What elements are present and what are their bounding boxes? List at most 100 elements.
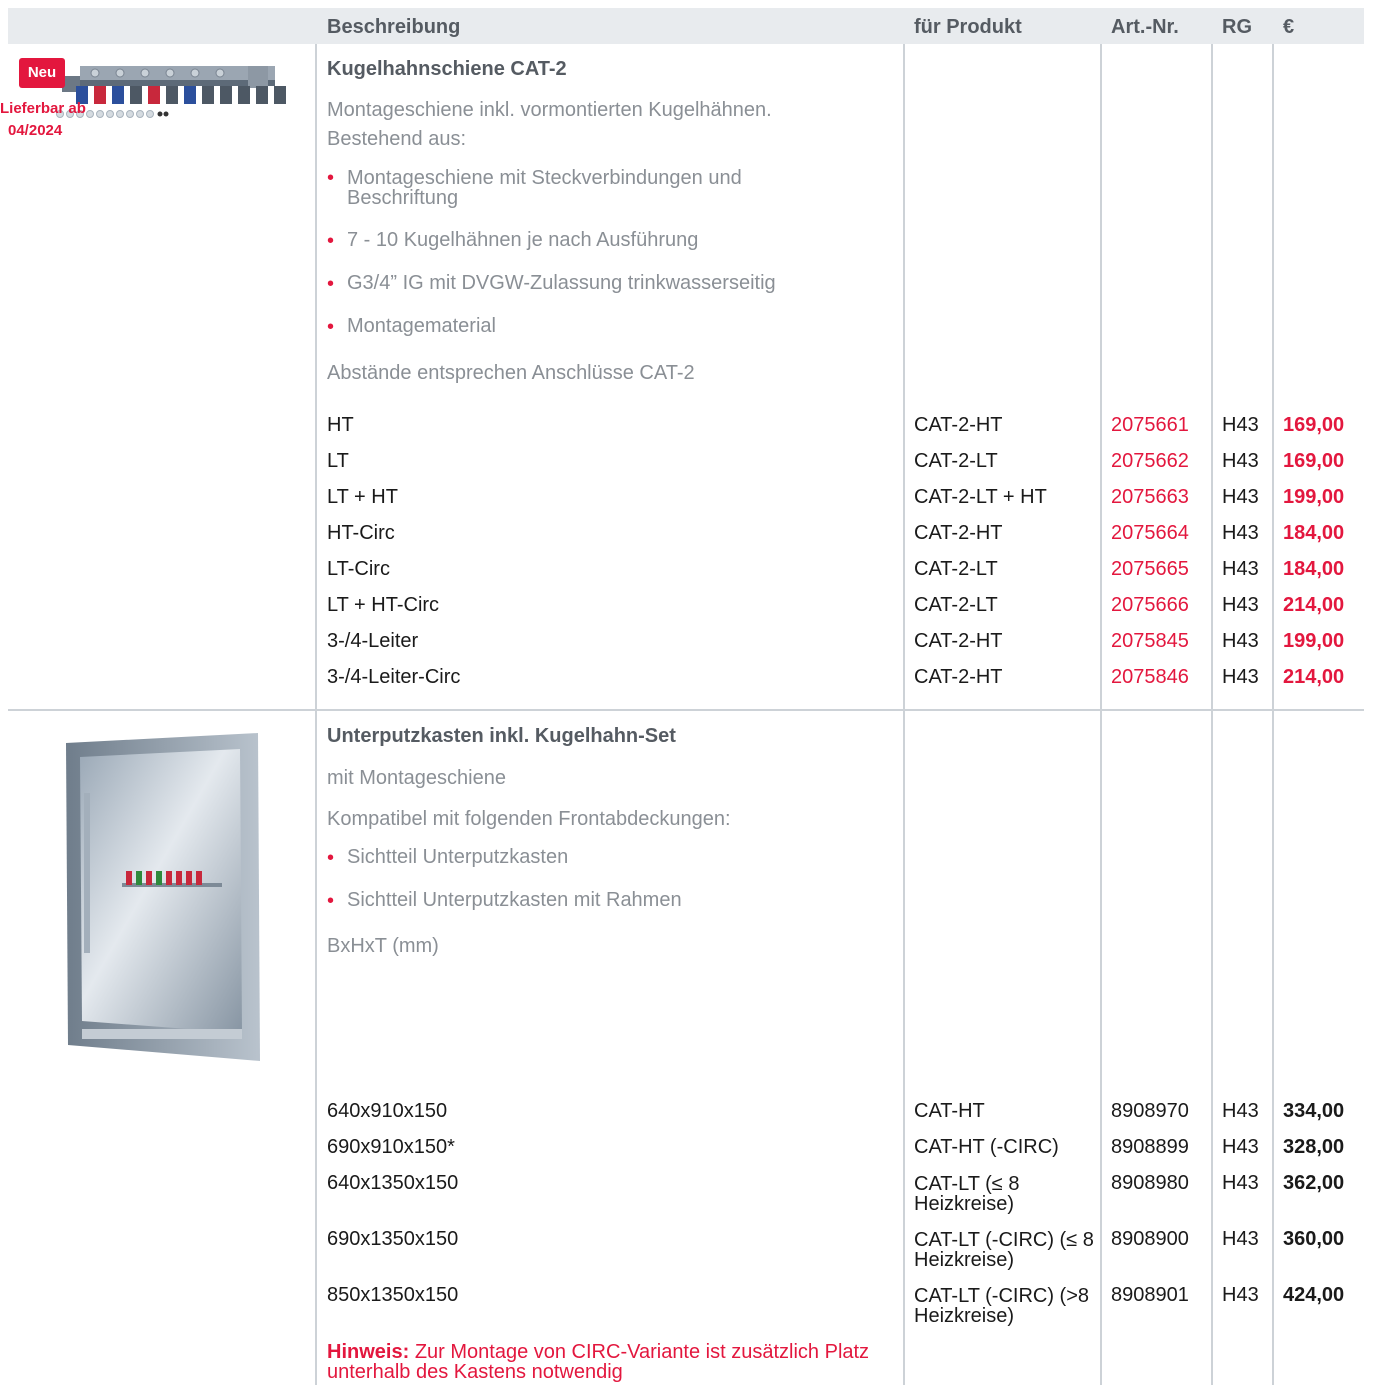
variant-name: LT xyxy=(327,450,349,472)
article-number: 8908900 xyxy=(1111,1228,1189,1250)
product-title: Kugelhahnschiene CAT-2 xyxy=(327,58,567,80)
product-code: CAT-2-LT xyxy=(914,450,998,472)
header-art-nr: Art.-Nr. xyxy=(1111,16,1179,38)
variant-name: LT + HT-Circ xyxy=(327,594,440,616)
dimension-value: 640x1350x150 xyxy=(327,1172,459,1194)
new-badge: Neu xyxy=(19,58,65,88)
price: 199,00 xyxy=(1283,630,1345,652)
rg-code: H43 xyxy=(1222,522,1259,544)
dimension-value: 640x910x150 xyxy=(327,1100,448,1122)
price: 360,00 xyxy=(1283,1228,1345,1250)
availability-line: Lieferbar ab xyxy=(0,100,86,117)
list-item: Montagematerial xyxy=(347,315,496,337)
list-item: G3/4” IG mit DVGW-Zulassung trinkwassers… xyxy=(347,272,776,294)
price: 328,00 xyxy=(1283,1136,1345,1158)
price: 424,00 xyxy=(1283,1284,1345,1306)
price: 214,00 xyxy=(1283,594,1345,616)
bullet-icon: • xyxy=(327,167,335,189)
hint-text: Zur Montage von CIRC-Variante ist zusätz… xyxy=(327,1341,870,1383)
product-description: Kompatibel mit folgenden Frontabdeckunge… xyxy=(327,808,731,830)
product-code: CAT-HT (-CIRC) xyxy=(914,1136,1059,1158)
rg-code: H43 xyxy=(1222,1284,1259,1306)
product-description: Bestehend aus: xyxy=(327,128,466,150)
hint-note: Hinweis: Zur Montage von CIRC-Variante i… xyxy=(327,1342,897,1382)
product-code: CAT-2-HT xyxy=(914,414,1003,436)
column-divider xyxy=(1272,44,1274,1385)
price: 169,00 xyxy=(1283,414,1345,436)
article-number: 8908980 xyxy=(1111,1172,1189,1194)
product-title: Unterputzkasten inkl. Kugelhahn-Set xyxy=(327,725,676,747)
rg-code: H43 xyxy=(1222,558,1259,580)
article-number-link[interactable]: 2075665 xyxy=(1111,558,1189,581)
bullet-icon: • xyxy=(327,847,335,869)
product-description: mit Montageschiene xyxy=(327,767,506,789)
variant-name: HT-Circ xyxy=(327,522,395,544)
price: 334,00 xyxy=(1283,1100,1345,1122)
product-code: CAT-LT (≤ 8 Heizkreise) xyxy=(914,1173,1020,1215)
article-number-link[interactable]: 2075666 xyxy=(1111,594,1189,617)
product-code: CAT-2-HT xyxy=(914,630,1003,652)
article-number-link[interactable]: 2075664 xyxy=(1111,522,1189,545)
product-code: CAT-HT xyxy=(914,1100,985,1122)
list-item: Montageschiene mit Steckverbindungen und… xyxy=(347,167,742,209)
bullet-icon: • xyxy=(327,890,335,912)
list-item: Sichtteil Unterputzkasten mit Rahmen xyxy=(347,889,682,911)
price: 169,00 xyxy=(1283,450,1345,472)
variant-name: LT + HT xyxy=(327,486,398,508)
header-beschreibung: Beschreibung xyxy=(327,16,461,38)
rg-code: H43 xyxy=(1222,666,1259,688)
article-number-link[interactable]: 2075661 xyxy=(1111,414,1189,437)
price: 214,00 xyxy=(1283,666,1345,688)
rg-code: H43 xyxy=(1222,594,1259,616)
price: 184,00 xyxy=(1283,558,1345,580)
article-number-link[interactable]: 2075846 xyxy=(1111,666,1189,689)
rg-code: H43 xyxy=(1222,1100,1259,1122)
column-divider xyxy=(903,44,905,1385)
rg-code: H43 xyxy=(1222,414,1259,436)
price: 184,00 xyxy=(1283,522,1345,544)
column-divider xyxy=(315,44,317,1385)
dimension-value: 850x1350x150 xyxy=(327,1284,459,1306)
product-description: Montageschiene inkl. vormontierten Kugel… xyxy=(327,99,772,121)
section-divider xyxy=(8,709,1364,711)
price: 199,00 xyxy=(1283,486,1345,508)
availability-note: Lieferbar ab 04/2024 xyxy=(0,98,86,142)
table-header: Beschreibung für Produkt Art.-Nr. RG € xyxy=(8,8,1364,44)
rg-code: H43 xyxy=(1222,1136,1259,1158)
article-number-link[interactable]: 2075662 xyxy=(1111,450,1189,473)
list-item: Sichtteil Unterputzkasten xyxy=(347,846,569,868)
dimension-value: 690x910x150* xyxy=(327,1136,455,1158)
bullet-icon: • xyxy=(327,273,335,295)
column-divider xyxy=(1211,44,1213,1385)
dimensions-label: BxHxT (mm) xyxy=(327,935,439,957)
rg-code: H43 xyxy=(1222,630,1259,652)
header-currency: € xyxy=(1283,16,1295,38)
availability-date: 04/2024 xyxy=(8,122,63,139)
bullet-icon: • xyxy=(327,316,335,338)
product-code: CAT-LT (-CIRC) (>8 Heizkreise) xyxy=(914,1285,1090,1327)
product-code: CAT-2-HT xyxy=(914,522,1003,544)
product-note: Abstände entsprechen Anschlüsse CAT-2 xyxy=(327,362,695,384)
rg-code: H43 xyxy=(1222,450,1259,472)
product-code: CAT-2-HT xyxy=(914,666,1003,688)
article-number: 8908970 xyxy=(1111,1100,1189,1122)
product-code: CAT-LT (-CIRC) (≤ 8 Heizkreise) xyxy=(914,1229,1094,1271)
article-number-link[interactable]: 2075663 xyxy=(1111,486,1189,509)
flush-box-image xyxy=(66,733,260,1061)
rg-code: H43 xyxy=(1222,1228,1259,1250)
header-rg: RG xyxy=(1222,16,1252,38)
article-number: 8908899 xyxy=(1111,1136,1189,1158)
column-divider xyxy=(1100,44,1102,1385)
rg-code: H43 xyxy=(1222,486,1259,508)
header-fuer-produkt: für Produkt xyxy=(914,16,1022,38)
dimension-value: 690x1350x150 xyxy=(327,1228,459,1250)
article-number-link[interactable]: 2075845 xyxy=(1111,630,1189,653)
product-code: CAT-2-LT xyxy=(914,594,998,616)
product-code: CAT-2-LT + HT xyxy=(914,486,1047,508)
bullet-icon: • xyxy=(327,230,335,252)
price: 362,00 xyxy=(1283,1172,1345,1194)
variant-name: LT-Circ xyxy=(327,558,390,580)
variant-name: 3-/4-Leiter xyxy=(327,630,419,652)
rg-code: H43 xyxy=(1222,1172,1259,1194)
product-code: CAT-2-LT xyxy=(914,558,998,580)
